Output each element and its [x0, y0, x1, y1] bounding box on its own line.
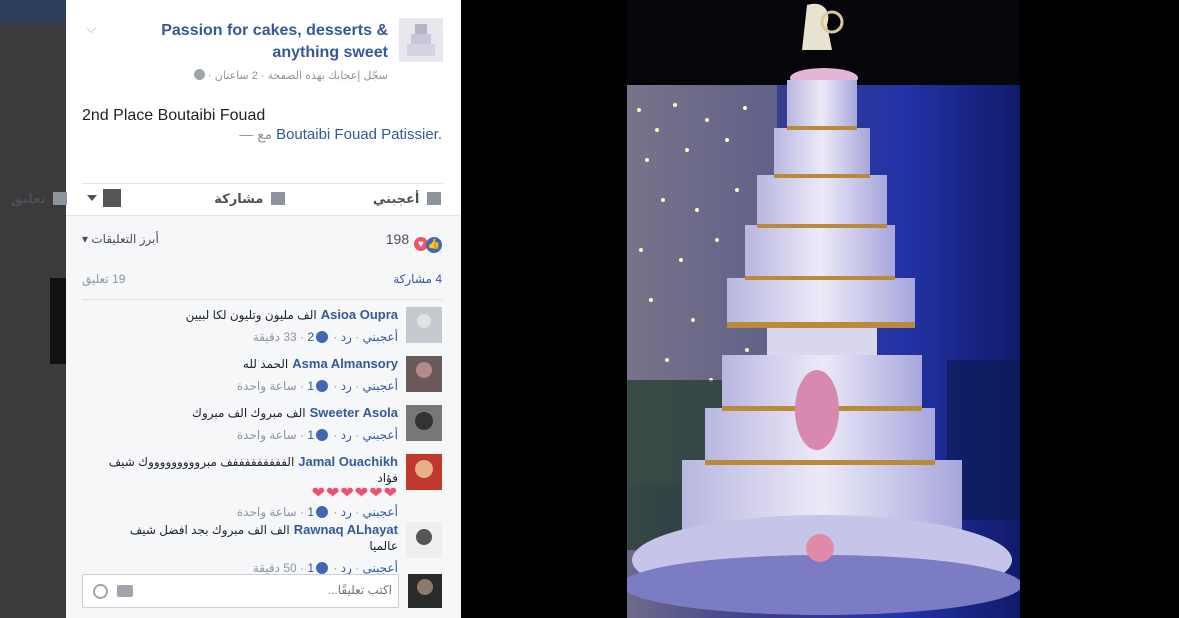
comment-text: الف مبروك الف مبروك: [192, 406, 306, 420]
comment-body: Sweeter Asola الف مبروك الف مبروك أعجبني …: [102, 405, 398, 443]
comment-reply-link[interactable]: رد: [341, 505, 352, 519]
page-backdrop: [0, 0, 1179, 618]
viewer-avatar[interactable]: [408, 574, 442, 608]
post-meta-text: سجّل إعجابك بهذه الصفحة · 2 ساعتان ·: [208, 70, 388, 82]
comments-section: 👍♥ 198 ▾ أبرز التعليقات 4 مشاركة 19 تعلي…: [66, 215, 461, 618]
thumbs-up-icon: 👍: [426, 237, 442, 253]
cake-photo: [627, 0, 1020, 618]
thumbs-up-icon: [316, 429, 329, 441]
comment-time[interactable]: 33 دقيقة: [253, 330, 297, 344]
reactions-summary[interactable]: 👍♥ 198: [386, 231, 442, 253]
comment-like-count[interactable]: 1: [307, 379, 314, 393]
comment-author[interactable]: Asioa Oupra: [321, 307, 398, 322]
chevron-down-icon: ▾: [82, 232, 89, 246]
comment-button[interactable]: تعليق: [11, 191, 351, 207]
comment-input[interactable]: [172, 583, 392, 597]
comment-meta: أعجبني · رد · 2 · 33 دقيقة: [252, 330, 398, 344]
comment-time[interactable]: ساعة واحدة: [237, 379, 297, 393]
share-arrow-icon: [271, 192, 285, 205]
reactions-count: 198: [385, 231, 410, 247]
comment-like-link[interactable]: أعجبني: [363, 561, 398, 575]
comment-like-count[interactable]: 1: [307, 561, 314, 575]
background-thumbnail: [50, 278, 66, 364]
post-actions-bar: أعجبني تعليق مشاركة: [11, 183, 443, 213]
comment-like-count[interactable]: 2: [307, 330, 314, 344]
like-button[interactable]: أعجبني: [373, 191, 441, 207]
avatar[interactable]: [406, 405, 442, 441]
comment-meta: أعجبني · رد · 1 · ساعة واحدة: [236, 379, 398, 393]
comment-body: Rawnaq ALhayatالف الف مبروك بجد افضل شيف…: [102, 522, 398, 576]
comment-time[interactable]: 50 دقيقة: [253, 561, 297, 575]
comment-reply-link[interactable]: رد: [341, 561, 352, 575]
comment-like-link[interactable]: أعجبني: [363, 428, 398, 442]
post-text: 2nd Place Boutaibi Fouad: [82, 107, 266, 124]
comment-body: Asioa Oupra الف مليون وتليون لكا لبيين أع…: [102, 307, 398, 345]
avatar[interactable]: [406, 307, 442, 343]
emoji-icon[interactable]: [93, 584, 108, 599]
comment-author[interactable]: Sweeter Asola: [310, 405, 398, 420]
heart-emoji-row: ❤❤❤❤❤❤: [311, 485, 398, 502]
comment-body: Asma Almansoryالحمد لله أعجبني · رد · 1 …: [102, 356, 398, 394]
camera-icon[interactable]: [117, 585, 133, 597]
avatar[interactable]: [406, 454, 442, 490]
comment-reply-link[interactable]: رد: [341, 428, 352, 442]
comment-time[interactable]: ساعة واحدة: [237, 505, 297, 519]
viewer-avatar[interactable]: [103, 189, 121, 207]
comment-body: Jamal Ouachikhالفففففففففف مبروووووووووك…: [102, 454, 398, 520]
avatar[interactable]: [406, 522, 442, 558]
speech-bubble-icon: [53, 192, 68, 205]
thumbs-up-icon: [316, 331, 329, 343]
comment-reply-link[interactable]: رد: [341, 330, 352, 344]
comment-like-count[interactable]: 1: [307, 428, 314, 442]
shares-count[interactable]: 4 مشاركة: [393, 272, 442, 286]
comment-like-link[interactable]: أعجبني: [363, 330, 398, 344]
post-with-line: — مع Boutaibi Fouad Patissier.: [239, 126, 442, 143]
thumbs-up-icon: [316, 562, 329, 574]
comment-label: تعليق: [11, 191, 46, 206]
comment-author[interactable]: Asma Almansory: [292, 356, 398, 371]
comment-reply-link[interactable]: رد: [341, 379, 352, 393]
share-button[interactable]: مشاركة: [214, 191, 285, 207]
chevron-down-icon[interactable]: ⌵: [86, 20, 97, 37]
comment-composer: [82, 574, 399, 608]
tagged-page-link[interactable]: Boutaibi Fouad Patissier.: [276, 126, 442, 143]
comment-like-count[interactable]: 1: [307, 505, 314, 519]
comment-meta: أعجبني · رد · 1 · ساعة واحدة: [236, 428, 398, 442]
avatar[interactable]: [406, 356, 442, 392]
post-panel: ⌵ Passion for cakes, desserts & anything…: [11, 0, 461, 618]
chevron-down-icon[interactable]: [87, 195, 97, 201]
thumbs-up-icon: [316, 506, 329, 518]
comment-like-link[interactable]: أعجبني: [363, 505, 398, 519]
thumbs-up-icon: [316, 380, 329, 392]
comments-count[interactable]: 19 تعليق: [82, 272, 125, 286]
globe-icon: [193, 69, 205, 80]
with-prefix: — مع: [239, 126, 273, 142]
comment-text: الف مليون وتليون لكا لبيين: [185, 308, 317, 322]
page-name-link[interactable]: Passion for cakes, desserts & anything s…: [138, 20, 388, 64]
comment-like-link[interactable]: أعجبني: [363, 379, 398, 393]
comment-author[interactable]: Jamal Ouachikh: [298, 454, 398, 469]
comment-time[interactable]: ساعة واحدة: [237, 428, 297, 442]
page-avatar[interactable]: [399, 18, 443, 62]
comment-meta: أعجبني · رد · 1 · ساعة واحدة: [236, 505, 398, 519]
share-label: مشاركة: [214, 191, 264, 206]
photo-viewer[interactable]: [461, 0, 1179, 618]
divider: [82, 299, 443, 300]
comment-text: الحمد لله: [242, 357, 289, 371]
thumbs-up-icon: [427, 192, 441, 205]
top-comments-dropdown[interactable]: ▾ أبرز التعليقات: [82, 232, 159, 246]
post-meta: سجّل إعجابك بهذه الصفحة · 2 ساعتان ·: [191, 69, 388, 82]
comment-author[interactable]: Rawnaq ALhayat: [294, 522, 398, 537]
top-comments-label: أبرز التعليقات: [91, 232, 159, 246]
like-label: أعجبني: [372, 191, 420, 206]
